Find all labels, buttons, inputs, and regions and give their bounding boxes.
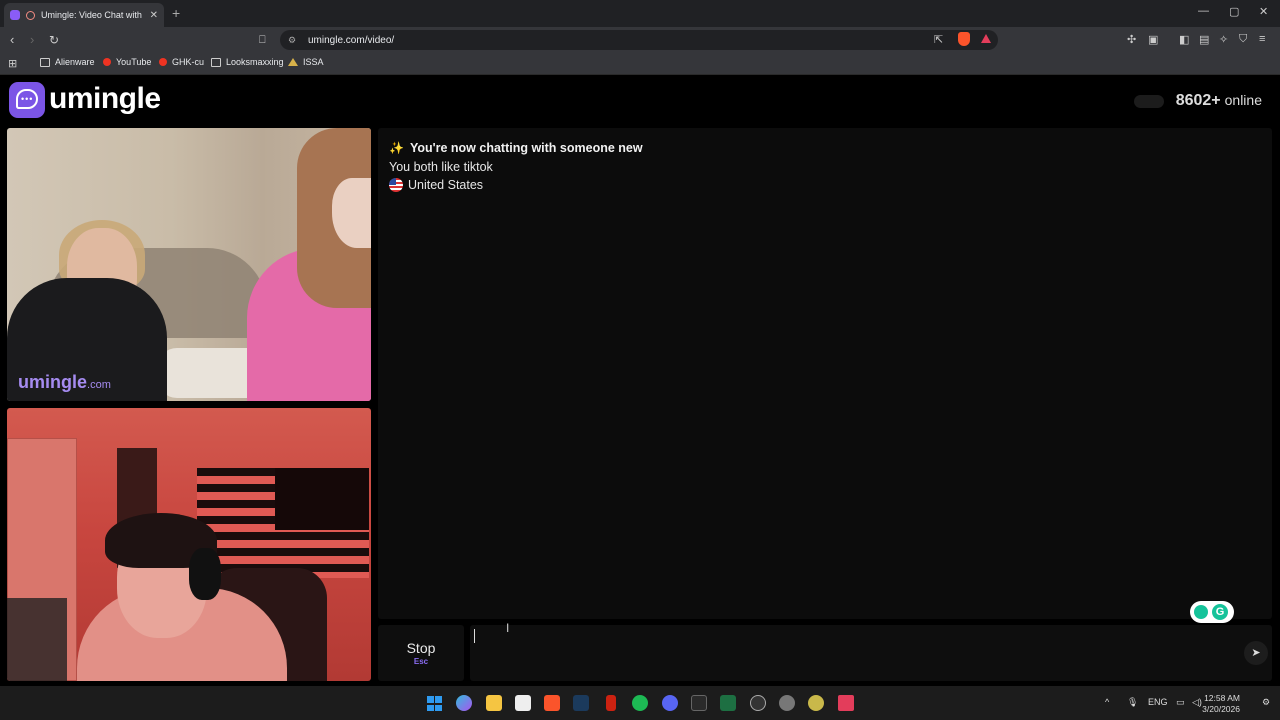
bookmark-label: YouTube [116, 57, 152, 67]
tray-chevron-icon[interactable]: ^ [1105, 697, 1109, 707]
online-label: online [1224, 92, 1262, 108]
online-count: 8602+ [1175, 92, 1221, 109]
minimize-button[interactable]: — [1198, 5, 1209, 17]
stop-button[interactable]: Stop Esc [378, 625, 464, 681]
grammarly-status-icon [1194, 605, 1208, 619]
app-triangle-icon[interactable] [838, 695, 854, 711]
back-icon[interactable]: ‹ [10, 32, 14, 48]
umingle-logo-icon[interactable]: ••• [9, 82, 45, 118]
brave-rewards-icon[interactable] [981, 34, 991, 43]
bookmarks-bar: ⊞ Alienware YouTube GHK-cu Looksmaxxing … [0, 53, 1280, 75]
stop-shortcut: Esc [413, 657, 429, 666]
online-counter: 8602+ online [1133, 92, 1262, 110]
windows-taskbar: ^ 🎙 ENG ▭ ◁) 12:58 AM 3/20/2026 ⚙ [0, 686, 1280, 720]
text-caret [474, 629, 475, 643]
menu-icon[interactable]: ≡ [1259, 33, 1265, 45]
epic-games-icon[interactable] [691, 695, 707, 711]
file-explorer-icon[interactable] [486, 695, 502, 711]
logo-text[interactable]: umingle [49, 82, 161, 116]
media-icon[interactable]: ▣ [1148, 33, 1158, 46]
app-circle-icon[interactable] [750, 695, 766, 711]
discord-icon[interactable] [662, 695, 678, 711]
umingle-favicon-icon [10, 10, 20, 20]
bookmark-looksmaxxing[interactable]: Looksmaxxing [211, 57, 284, 67]
clock-date: 3/20/2026 [1202, 704, 1240, 714]
stop-label: Stop [406, 640, 436, 656]
bookmark-icon[interactable]: ⎕ [259, 32, 266, 48]
folder-icon [40, 57, 50, 67]
sparkle-icon: ✨ [389, 141, 404, 155]
browser-toolbar: ‹ › ↻ ⎕ ⚙ umingle.com/video/ ⇱ ✣ ▣ ◧ ▤ ✧… [0, 27, 1280, 53]
taskbar-clock[interactable]: 12:58 AM 3/20/2026 [1202, 693, 1240, 715]
close-window-button[interactable]: ✕ [1259, 5, 1268, 18]
ghk-icon [159, 58, 167, 66]
bookmark-alienware[interactable]: Alienware [40, 57, 95, 67]
us-flag-icon [389, 178, 403, 192]
network-icon[interactable]: ▭ [1176, 697, 1185, 708]
chat-interest-text: You both like tiktok [389, 160, 493, 174]
steam-icon[interactable] [573, 695, 589, 711]
language-indicator[interactable]: ENG [1148, 697, 1168, 707]
app-yellow-icon[interactable] [808, 695, 824, 711]
mouse-cursor-icon: I [506, 621, 510, 635]
bookmark-ghk-cu[interactable]: GHK-cu [159, 57, 204, 67]
message-input[interactable] [470, 625, 1272, 681]
bookmark-issa[interactable]: ISSA [288, 57, 324, 67]
bookmark-youtube[interactable]: YouTube [103, 57, 151, 67]
umingle-page: ••• umingle 8602+ online umingle.com ✨ Y… [0, 76, 1280, 686]
send-icon[interactable]: ➤ [1244, 641, 1268, 665]
chat-country-line: United States [389, 178, 1261, 192]
new-tab-button[interactable]: + [172, 5, 180, 21]
leo-ai-icon[interactable]: ✧ [1219, 33, 1228, 46]
sidebar-icon[interactable]: ◧ [1179, 33, 1189, 46]
browser-tab-bar: Umingle: Video Chat with Strangers ✕ + —… [0, 0, 1280, 27]
excel-icon[interactable] [720, 695, 736, 711]
bookmark-label: Alienware [55, 57, 95, 67]
bookmark-label: GHK-cu [172, 57, 205, 67]
notification-icon[interactable]: ⚙ [1262, 697, 1270, 708]
copilot-icon[interactable] [456, 695, 472, 711]
bookmark-label: ISSA [303, 57, 324, 67]
browser-tab[interactable]: Umingle: Video Chat with Strangers ✕ [4, 3, 164, 27]
bookmark-label: Looksmaxxing [226, 57, 284, 67]
grammarly-widget[interactable]: G [1190, 601, 1234, 623]
address-bar[interactable]: ⚙ umingle.com/video/ [280, 30, 998, 50]
settings-icon[interactable] [779, 695, 795, 711]
grammarly-icon: G [1212, 604, 1228, 620]
site-header: ••• umingle 8602+ online [0, 76, 1280, 124]
url-text: umingle.com/video/ [308, 34, 395, 46]
apps-grid-icon[interactable]: ⊞ [8, 57, 17, 70]
spotify-icon[interactable] [632, 695, 648, 711]
maximize-button[interactable]: ▢ [1229, 5, 1239, 18]
tab-title: Umingle: Video Chat with Strangers [41, 10, 144, 20]
brave-shields-icon[interactable] [958, 32, 970, 46]
clock-time: 12:58 AM [1204, 693, 1240, 703]
brave-browser-icon[interactable] [544, 695, 560, 711]
chat-status-line: ✨ You're now chatting with someone new [389, 141, 1261, 155]
recording-icon [26, 10, 35, 20]
umingle-watermark: umingle.com [18, 372, 111, 392]
stranger-video: umingle.com [7, 128, 371, 401]
online-indicator [1133, 94, 1164, 108]
share-icon[interactable]: ⇱ [934, 33, 943, 46]
vpn-icon[interactable]: ⛉ [1239, 33, 1247, 46]
self-video [7, 408, 371, 681]
reload-icon[interactable]: ↻ [49, 32, 59, 48]
microphone-icon[interactable]: 🎙 [1127, 697, 1138, 708]
issa-icon [288, 58, 298, 66]
folder-icon [211, 57, 221, 67]
tab-close-icon[interactable]: ✕ [150, 10, 158, 21]
start-menu-icon[interactable] [427, 696, 442, 711]
volume-icon[interactable]: ◁) [1192, 697, 1202, 708]
store-icon[interactable] [515, 695, 531, 711]
forward-icon[interactable]: › [30, 32, 34, 48]
chat-country-text: United States [408, 178, 484, 192]
wallet-icon[interactable]: ▤ [1199, 33, 1209, 46]
youtube-icon [103, 58, 111, 66]
app-red-icon[interactable] [606, 695, 616, 711]
extensions-icon[interactable]: ✣ [1127, 33, 1136, 46]
site-info-icon[interactable]: ⚙ [288, 35, 298, 46]
chat-panel: ✨ You're now chatting with someone new Y… [378, 128, 1272, 619]
chat-status-text: You're now chatting with someone new [409, 141, 643, 155]
